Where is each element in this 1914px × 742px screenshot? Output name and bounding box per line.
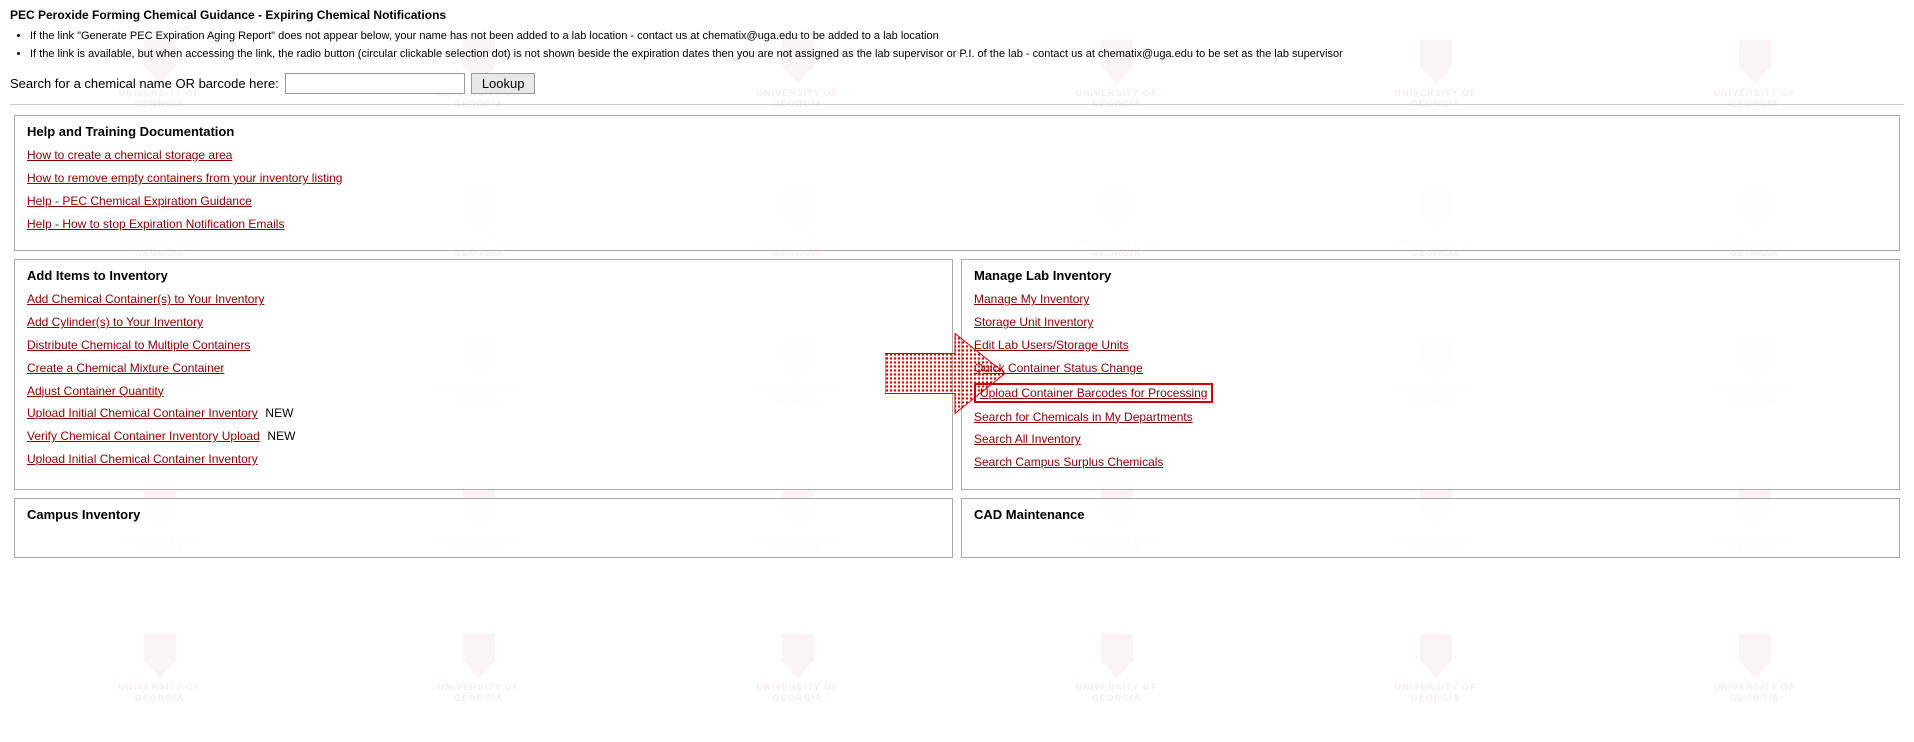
link-storage-unit[interactable]: Storage Unit Inventory <box>974 314 1887 331</box>
link-add-cyl[interactable]: Add Cylinder(s) to Your Inventory <box>27 314 940 331</box>
link-remove-containers[interactable]: How to remove empty containers from your… <box>27 170 1887 187</box>
notice-item-2: If the link is available, but when acces… <box>30 46 1904 64</box>
link-edit-lab[interactable]: Edit Lab Users/Storage Units <box>974 337 1887 354</box>
verify-upload-row: Verify Chemical Container Inventory Uplo… <box>27 428 940 445</box>
link-manage-inv[interactable]: Manage My Inventory <box>974 291 1887 308</box>
manage-section-title: Manage Lab Inventory <box>974 268 1887 283</box>
cad-section: CAD Maintenance <box>961 498 1900 558</box>
link-pec-guidance[interactable]: Help - PEC Chemical Expiration Guidance <box>27 193 1887 210</box>
link-upload-initial-new[interactable]: Upload Initial Chemical Container Invent… <box>27 406 258 420</box>
lookup-button[interactable]: Lookup <box>471 73 536 94</box>
add-items-section: Add Items to Inventory Add Chemical Cont… <box>14 259 953 490</box>
link-upload-barcodes[interactable]: Upload Container Barcodes for Processing <box>974 383 1213 403</box>
manage-section: Manage Lab Inventory Manage My Inventory… <box>961 259 1900 490</box>
help-section: Help and Training Documentation How to c… <box>14 115 1900 251</box>
link-search-all[interactable]: Search All Inventory <box>974 431 1887 448</box>
search-row: Search for a chemical name OR barcode he… <box>10 73 1904 94</box>
search-label: Search for a chemical name OR barcode he… <box>10 76 279 91</box>
link-stop-emails[interactable]: Help - How to stop Expiration Notificati… <box>27 216 1887 233</box>
divider <box>10 104 1904 105</box>
bottom-grid: Campus Inventory CAD Maintenance <box>10 494 1904 562</box>
cad-section-title: CAD Maintenance <box>974 507 1887 522</box>
notice-item-1: If the link "Generate PEC Expiration Agi… <box>30 28 1904 46</box>
link-search-depts[interactable]: Search for Chemicals in My Departments <box>974 409 1887 426</box>
badge-new-1: NEW <box>265 406 293 420</box>
link-quick-status[interactable]: Quick Container Status Change <box>974 360 1887 377</box>
campus-section-title: Campus Inventory <box>27 507 940 522</box>
upload-barcodes-row: Upload Container Barcodes for Processing <box>974 383 1887 403</box>
link-add-chem[interactable]: Add Chemical Container(s) to Your Invent… <box>27 291 940 308</box>
upload-initial-new-row: Upload Initial Chemical Container Invent… <box>27 405 940 422</box>
help-section-title: Help and Training Documentation <box>27 124 1887 139</box>
main-grid: Add Items to Inventory Add Chemical Cont… <box>10 255 1904 494</box>
link-mixture[interactable]: Create a Chemical Mixture Container <box>27 360 940 377</box>
badge-new-2: NEW <box>267 429 295 443</box>
notice-list: If the link "Generate PEC Expiration Agi… <box>30 28 1904 63</box>
add-items-title: Add Items to Inventory <box>27 268 940 283</box>
campus-section: Campus Inventory <box>14 498 953 558</box>
page-wrapper: PEC Peroxide Forming Chemical Guidance -… <box>0 0 1914 570</box>
top-notice-title: PEC Peroxide Forming Chemical Guidance -… <box>10 8 1904 22</box>
link-search-surplus[interactable]: Search Campus Surplus Chemicals <box>974 454 1887 471</box>
link-distribute[interactable]: Distribute Chemical to Multiple Containe… <box>27 337 940 354</box>
search-input[interactable] <box>285 73 465 94</box>
link-verify-upload[interactable]: Verify Chemical Container Inventory Uplo… <box>27 429 260 443</box>
link-adjust[interactable]: Adjust Container Quantity <box>27 383 940 400</box>
link-create-storage[interactable]: How to create a chemical storage area <box>27 147 1887 164</box>
link-upload-initial[interactable]: Upload Initial Chemical Container Invent… <box>27 451 940 468</box>
